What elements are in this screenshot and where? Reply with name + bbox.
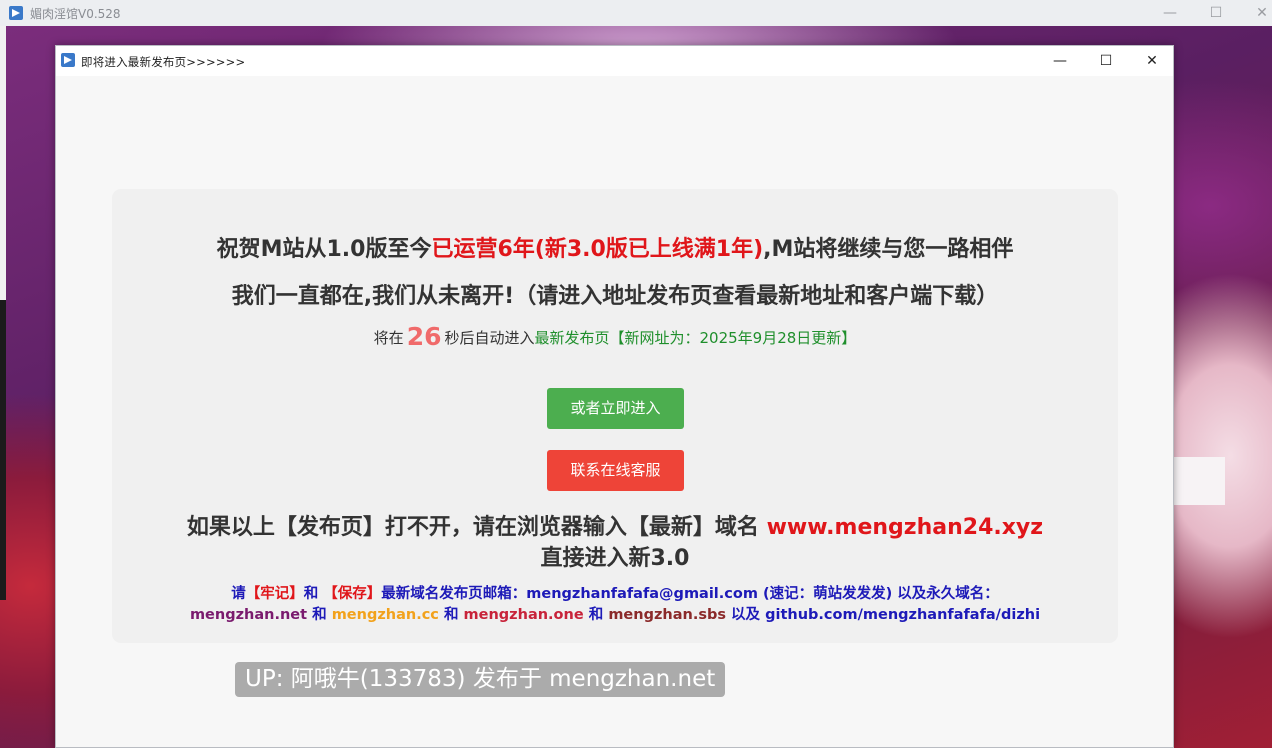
- domain-link[interactable]: mengzhan.sbs: [608, 607, 726, 623]
- fallback-instruction: 如果以上【发布页】打不开，请在浏览器输入【最新】域名 www.mengzhan2…: [112, 509, 1118, 541]
- countdown-prefix: 将在: [373, 329, 404, 347]
- subheadline: 我们一直都在,我们从未离开!（请进入地址发布页查看最新地址和客户端下载）: [231, 284, 999, 309]
- background-left-strip: [0, 26, 6, 306]
- dialog-minimize-button[interactable]: —: [1037, 46, 1083, 76]
- note-text: 和: [303, 586, 319, 602]
- close-button[interactable]: ✕: [1240, 0, 1272, 26]
- countdown-seconds: 26: [406, 322, 442, 351]
- enter-now-button[interactable]: 或者立即进入: [547, 388, 684, 429]
- maximize-button[interactable]: ☐: [1194, 0, 1238, 26]
- uploader-watermark: UP: 阿哦牛(133783) 发布于 mengzhan.net: [235, 662, 726, 697]
- headline: 祝贺M站从1.0版至今已运营6年(新3.0版已上线满1年),M站将继续与您一路相…: [112, 231, 1118, 263]
- github-link[interactable]: github.com/mengzhanfafafa/dizhi: [765, 607, 1040, 623]
- note-save: 【保存】: [323, 586, 382, 602]
- minimize-button[interactable]: —: [1148, 0, 1192, 26]
- latest-domain-link[interactable]: www.mengzhan24.xyz: [767, 515, 1043, 540]
- conjunction: 和: [443, 607, 459, 623]
- app-icon: [9, 6, 23, 20]
- countdown-line: 将在 26 秒后自动进入最新发布页【新网址为：2025年9月28日更新】: [112, 322, 1118, 351]
- conjunction: 和: [588, 607, 604, 623]
- dialog-title: 即将进入最新发布页>>>>>>: [81, 55, 246, 69]
- fallback-text: 如果以上【发布页】打不开，请在浏览器输入【最新】域名: [186, 515, 759, 540]
- note-text: 请: [231, 586, 246, 602]
- background-window-title: 媚肉淫馆V0.528: [30, 7, 121, 21]
- headline-part-2: ,M站将继续与您一路相伴: [763, 237, 1014, 262]
- dialog-maximize-button[interactable]: ☐: [1083, 46, 1129, 76]
- dialog-close-button[interactable]: ✕: [1129, 46, 1175, 76]
- domain-link[interactable]: mengzhan.cc: [332, 607, 439, 623]
- note-email: 最新域名发布页邮箱：mengzhanfafafa@gmail.com (速记：萌…: [381, 586, 999, 602]
- domain-link[interactable]: mengzhan.net: [190, 607, 307, 623]
- note-remember: 【牢记】: [245, 586, 304, 602]
- announcement-card: 祝贺M站从1.0版至今已运营6年(新3.0版已上线满1年),M站将继续与您一路相…: [112, 189, 1118, 643]
- dialog-titlebar: 即将进入最新发布页>>>>>> — ☐ ✕: [56, 46, 1173, 76]
- permanent-domains: mengzhan.net 和 mengzhan.cc 和 mengzhan.on…: [112, 603, 1118, 624]
- countdown-target: 最新发布页【新网址为：2025年9月28日更新】: [534, 329, 857, 347]
- background-left-dark: [0, 300, 6, 600]
- email-note: 请【牢记】和 【保存】最新域名发布页邮箱：mengzhanfafafa@gmai…: [112, 582, 1118, 603]
- redirect-dialog: 即将进入最新发布页>>>>>> — ☐ ✕ 祝贺M站从1.0版至今已运营6年(新…: [55, 45, 1174, 748]
- contact-service-button[interactable]: 联系在线客服: [547, 450, 684, 491]
- domain-link[interactable]: mengzhan.one: [464, 607, 584, 623]
- background-panel: [1172, 457, 1225, 505]
- headline-highlight: 已运营6年(新3.0版已上线满1年): [431, 237, 764, 262]
- app-icon: [61, 53, 75, 67]
- fallback-instruction-2: 直接进入新3.0: [540, 546, 690, 571]
- background-window-titlebar: 媚肉淫馆V0.528 — ☐ ✕: [0, 0, 1272, 27]
- headline-part-1: 祝贺M站从1.0版至今: [216, 237, 432, 262]
- conjunction: 和: [312, 607, 327, 623]
- conjunction: 以及: [731, 607, 761, 623]
- countdown-suffix: 秒后自动进入: [444, 329, 535, 347]
